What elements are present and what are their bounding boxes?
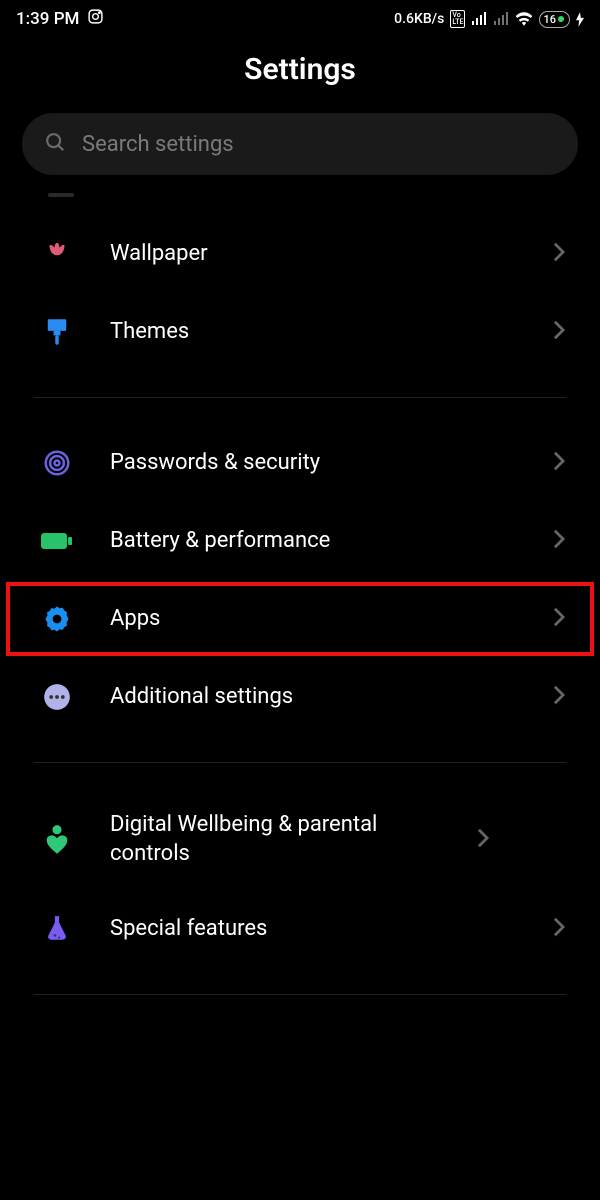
item-label: Passwords & security xyxy=(110,449,516,478)
fingerprint-icon xyxy=(40,446,74,480)
item-label: Wallpaper xyxy=(110,240,516,269)
status-bar: 1:39 PM 0.6KB/s VoLTE 16 xyxy=(0,0,600,34)
item-label: Special features xyxy=(110,915,516,944)
status-data-rate: 0.6KB/s xyxy=(394,11,444,27)
item-label: Additional settings xyxy=(110,683,516,712)
partial-row xyxy=(48,193,74,197)
instagram-icon xyxy=(87,8,104,30)
tulip-icon xyxy=(40,237,74,271)
settings-item-battery[interactable]: Battery & performance xyxy=(0,502,600,580)
chevron-right-icon xyxy=(552,319,566,345)
chevron-right-icon xyxy=(552,606,566,632)
chevron-right-icon xyxy=(552,684,566,710)
wifi-icon xyxy=(515,12,533,26)
chevron-right-icon xyxy=(552,528,566,554)
settings-item-additional[interactable]: Additional settings xyxy=(0,658,600,736)
more-icon xyxy=(40,680,74,714)
item-label: Apps xyxy=(110,605,516,634)
signal-2-icon xyxy=(493,12,509,26)
chevron-right-icon xyxy=(552,241,566,267)
chevron-right-icon xyxy=(552,916,566,942)
settings-item-special[interactable]: Special features xyxy=(0,890,600,968)
gear-icon xyxy=(40,602,74,636)
search-input[interactable]: Search settings xyxy=(22,113,578,175)
heart-person-icon xyxy=(40,823,74,857)
item-label: Themes xyxy=(110,318,516,347)
settings-item-security[interactable]: Passwords & security xyxy=(0,424,600,502)
chevron-right-icon xyxy=(552,450,566,476)
flask-icon xyxy=(40,912,74,946)
brush-icon xyxy=(40,315,74,349)
battery-icon xyxy=(40,524,74,558)
charging-icon xyxy=(576,12,584,27)
settings-item-themes[interactable]: Themes xyxy=(0,293,600,371)
item-label: Battery & performance xyxy=(110,527,516,556)
battery-icon: 16 xyxy=(539,11,570,28)
settings-item-wellbeing[interactable]: Digital Wellbeing & parental controls xyxy=(0,789,600,890)
settings-item-wallpaper[interactable]: Wallpaper xyxy=(0,215,600,293)
settings-item-apps[interactable]: Apps xyxy=(4,580,596,658)
chevron-right-icon xyxy=(476,827,490,853)
signal-icon xyxy=(471,12,487,26)
status-time: 1:39 PM xyxy=(16,9,79,29)
page-title: Settings xyxy=(0,52,600,87)
divider xyxy=(34,994,566,995)
search-placeholder: Search settings xyxy=(82,132,234,157)
item-label: Digital Wellbeing & parental controls xyxy=(110,811,440,868)
search-icon xyxy=(44,131,66,157)
volte-icon: VoLTE xyxy=(450,10,465,28)
